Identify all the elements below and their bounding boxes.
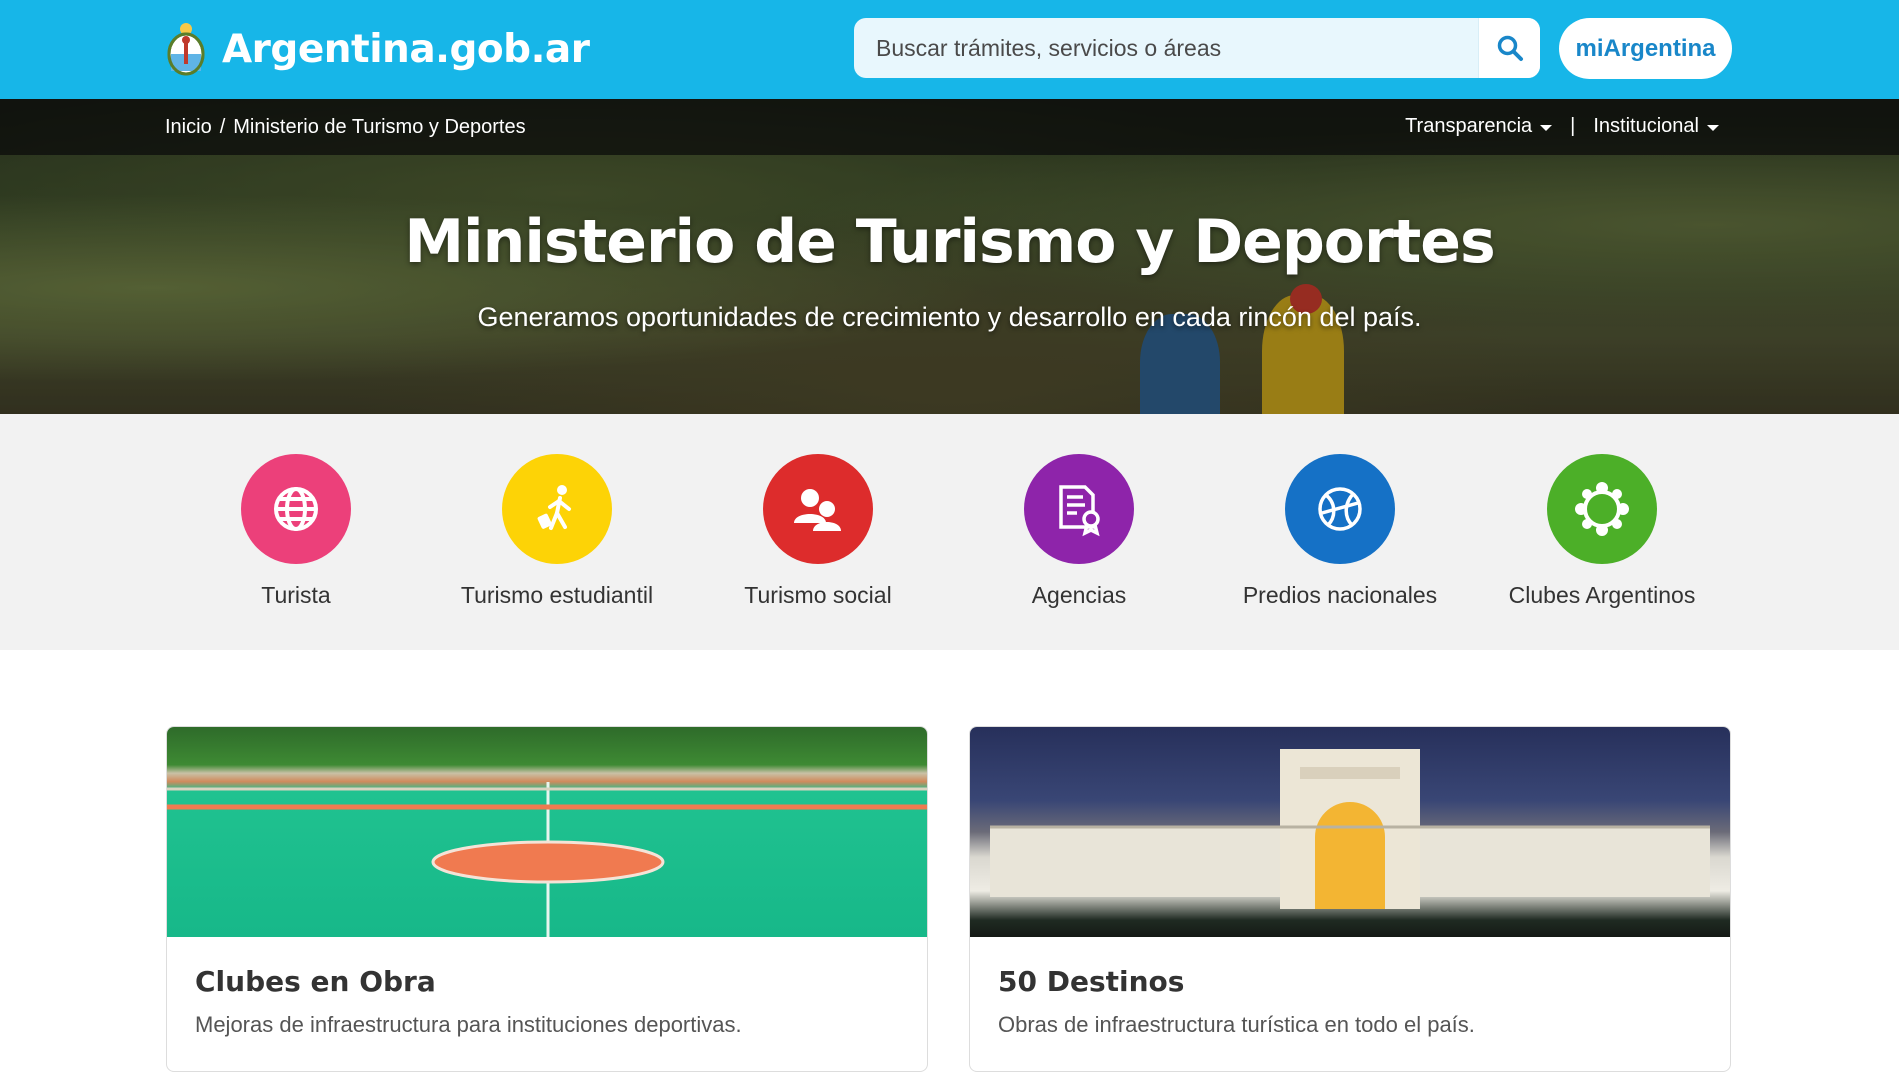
- card-description: Obras de infraestructura turística en to…: [998, 1012, 1475, 1037]
- category-turismo-social[interactable]: Turismo social: [688, 454, 948, 609]
- globe-icon: [274, 487, 318, 531]
- category-agencias[interactable]: Agencias: [949, 454, 1209, 609]
- card-50-destinos[interactable]: 50 Destinos Obras de infraestructura tur…: [969, 726, 1731, 1072]
- traveler-icon: [537, 485, 571, 530]
- menu-transparencia[interactable]: Transparencia: [1405, 115, 1553, 138]
- page-title: Ministerio de Turismo y Deportes: [404, 207, 1495, 277]
- card-image-building-night: [970, 727, 1730, 937]
- top-header: Argentina.gob.ar miArgentina: [0, 0, 1899, 99]
- category-icon-circle: [763, 454, 873, 564]
- community-icon: [1575, 482, 1629, 536]
- breadcrumb-bar: Inicio / Ministerio de Turismo y Deporte…: [0, 99, 1899, 155]
- menu-separator: |: [1570, 115, 1576, 137]
- category-label: Agencias: [1031, 582, 1127, 608]
- search-input[interactable]: [854, 18, 1478, 78]
- breadcrumb-separator: /: [219, 116, 226, 138]
- category-shortcuts: Turista Turismo estudiantil Turismo soci…: [0, 414, 1899, 650]
- search-button[interactable]: [1478, 18, 1540, 78]
- category-turista[interactable]: Turista: [166, 454, 426, 609]
- caret-down-icon: [1540, 125, 1553, 131]
- category-label: Turista: [261, 582, 331, 608]
- building-illustration: [990, 749, 1710, 909]
- category-icon-circle: [241, 454, 351, 564]
- menu-transparencia-label: Transparencia: [1405, 115, 1533, 137]
- miargentina-button[interactable]: miArgentina: [1559, 18, 1732, 79]
- ball-icon: [1318, 487, 1362, 531]
- category-icon-circle: [502, 454, 612, 564]
- hero-banner: Inicio / Ministerio de Turismo y Deporte…: [0, 99, 1899, 414]
- breadcrumb-home-link[interactable]: Inicio: [165, 116, 212, 139]
- category-icon-circle: [1024, 454, 1134, 564]
- people-icon: [794, 489, 841, 531]
- site-logo[interactable]: Argentina.gob.ar: [164, 18, 590, 80]
- card-title: Clubes en Obra: [195, 965, 436, 998]
- card-body: 50 Destinos Obras de infraestructura tur…: [970, 937, 1730, 1038]
- category-label: Clubes Argentinos: [1508, 582, 1696, 608]
- breadcrumb: Inicio / Ministerio de Turismo y Deporte…: [165, 116, 526, 139]
- top-menu: Transparencia | Institucional: [1405, 115, 1719, 138]
- court-lines: [167, 782, 927, 937]
- card-description: Mejoras de infraestructura para instituc…: [195, 1012, 742, 1037]
- card-body: Clubes en Obra Mejoras de infraestructur…: [167, 937, 927, 1038]
- category-predios-nacionales[interactable]: Predios nacionales: [1210, 454, 1470, 609]
- category-icon-circle: [1547, 454, 1657, 564]
- menu-institucional-label: Institucional: [1593, 115, 1699, 137]
- search-icon: [1497, 35, 1523, 61]
- category-icon-circle: [1285, 454, 1395, 564]
- card-clubes-en-obra[interactable]: Clubes en Obra Mejoras de infraestructur…: [166, 726, 928, 1072]
- category-label: Predios nacionales: [1242, 582, 1438, 608]
- certificate-icon: [1059, 485, 1100, 537]
- search-bar: [854, 18, 1540, 78]
- card-title: 50 Destinos: [998, 965, 1185, 998]
- breadcrumb-current: Ministerio de Turismo y Deportes: [233, 116, 526, 138]
- category-turismo-estudiantil[interactable]: Turismo estudiantil: [427, 454, 687, 609]
- card-image-sports-court: [167, 727, 927, 937]
- caret-down-icon: [1707, 125, 1719, 131]
- page-subtitle: Generamos oportunidades de crecimiento y…: [477, 302, 1422, 332]
- logo-text: Argentina.gob.ar: [222, 26, 590, 72]
- menu-institucional[interactable]: Institucional: [1593, 115, 1719, 138]
- category-label: Turismo estudiantil: [460, 582, 654, 608]
- category-clubes-argentinos[interactable]: Clubes Argentinos: [1472, 454, 1732, 609]
- category-label: Turismo social: [744, 582, 892, 608]
- coat-of-arms-icon: [167, 23, 205, 76]
